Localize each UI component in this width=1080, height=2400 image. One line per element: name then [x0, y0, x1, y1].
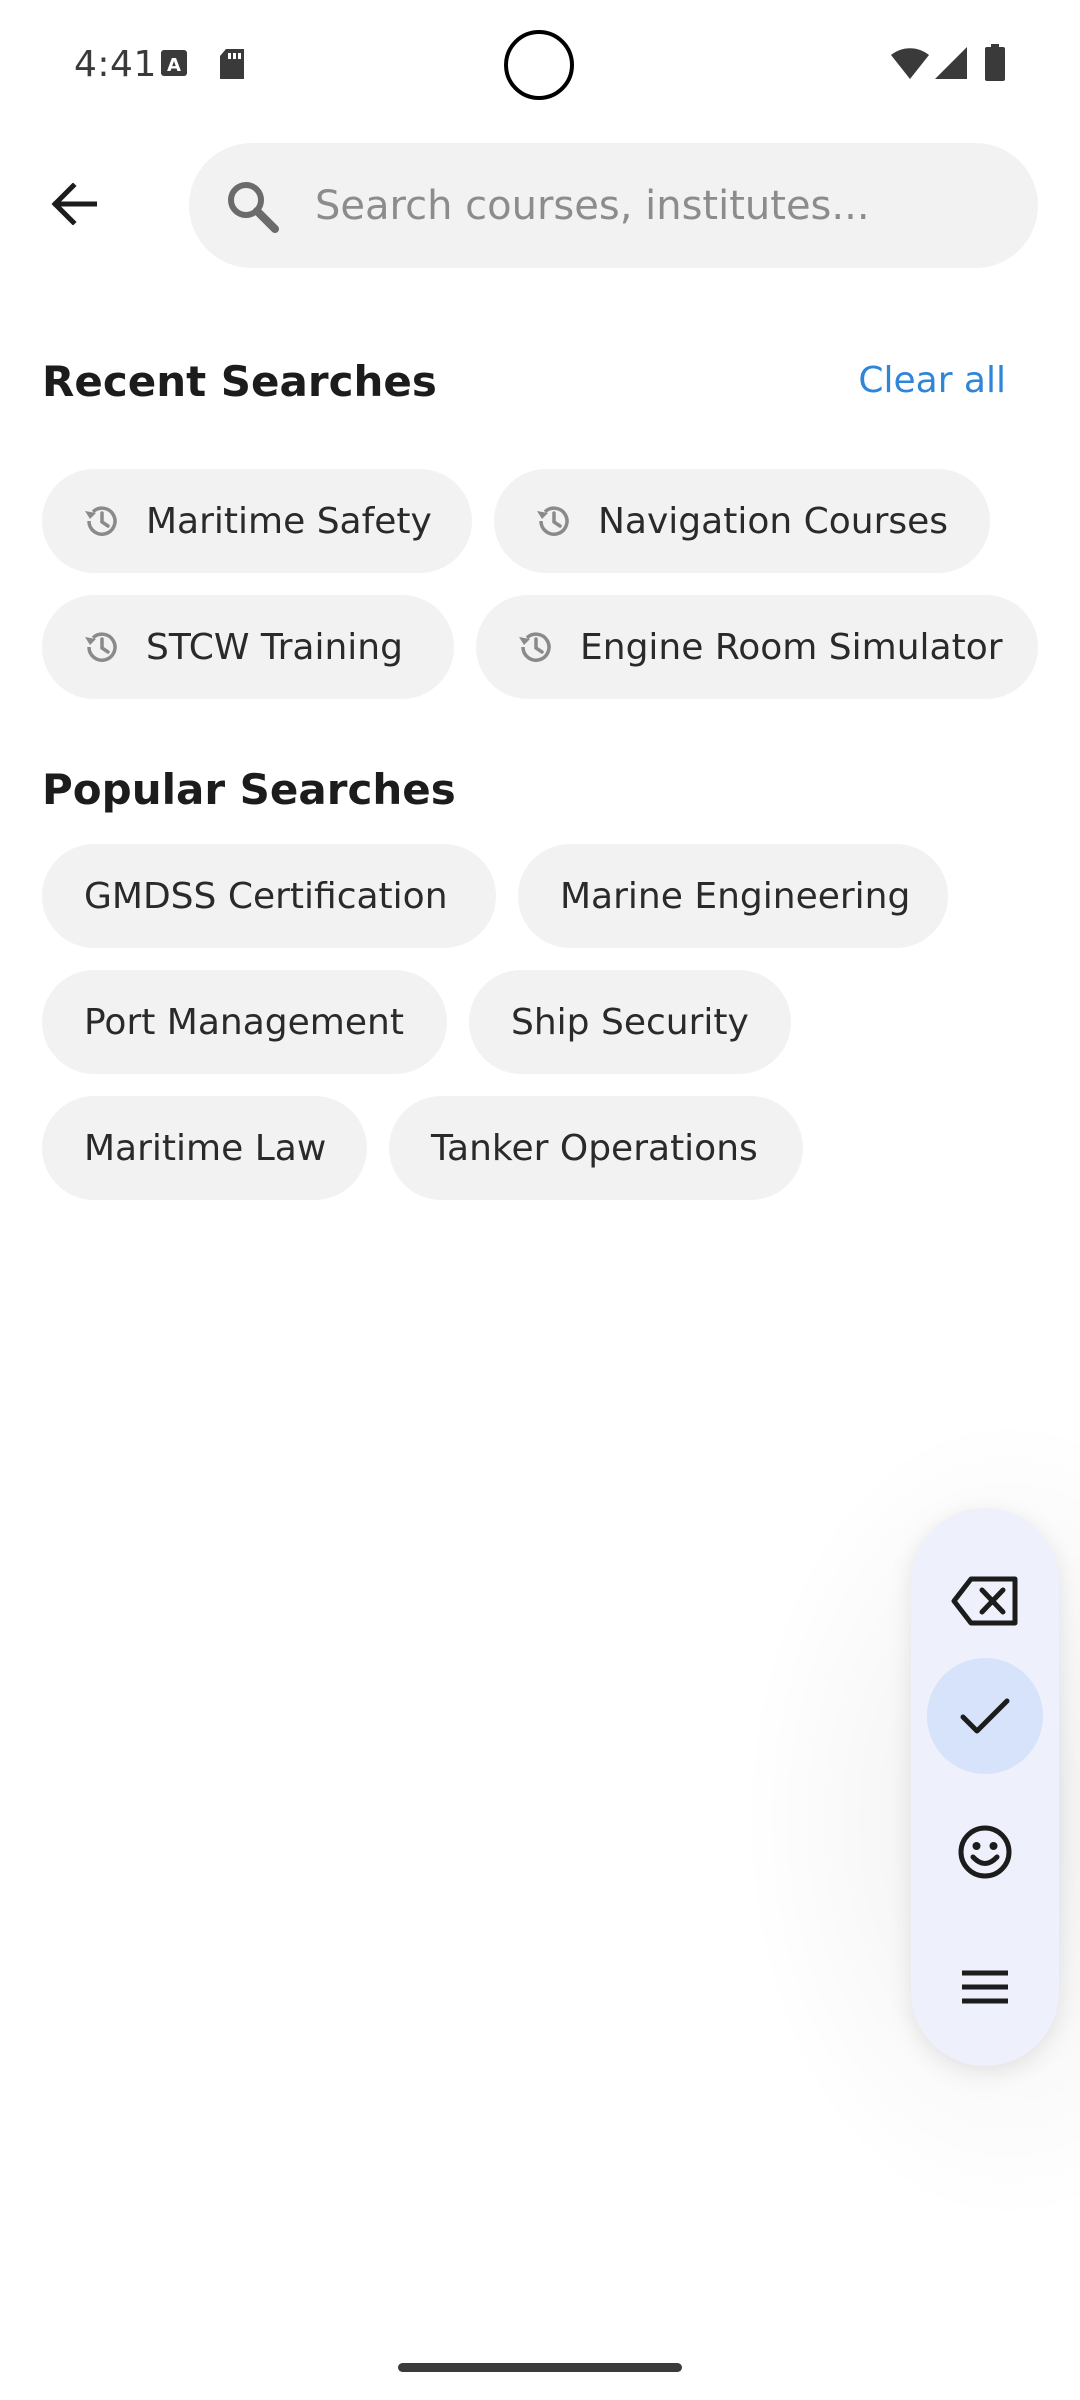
chip-label: Maritime Law — [84, 1127, 327, 1169]
recent-search-chip[interactable]: STCW Training — [42, 595, 454, 699]
popular-searches-row-2: Port Management Ship Security — [42, 970, 791, 1074]
wifi-icon — [890, 46, 930, 84]
chip-label: Maritime Safety — [146, 500, 432, 542]
chip-label: Ship Security — [511, 1001, 749, 1043]
search-bar[interactable] — [189, 143, 1038, 268]
sd-card-icon — [218, 48, 246, 84]
backspace-button[interactable] — [927, 1543, 1043, 1659]
history-icon — [85, 632, 117, 662]
back-button[interactable] — [34, 164, 114, 244]
clear-all-button[interactable]: Clear all — [858, 360, 1006, 401]
popular-search-chip[interactable]: Port Management — [42, 970, 447, 1074]
camera-cutout — [504, 30, 574, 100]
svg-text:A: A — [167, 55, 181, 76]
search-icon — [223, 177, 281, 235]
recent-search-chip[interactable]: Navigation Courses — [494, 469, 990, 573]
chip-label: Tanker Operations — [431, 1127, 758, 1169]
recent-search-chip[interactable]: Engine Room Simulator — [476, 595, 1038, 699]
popular-search-chip[interactable]: Tanker Operations — [389, 1096, 803, 1200]
check-icon — [960, 1698, 1010, 1734]
keyboard-toolbar — [911, 1508, 1059, 2066]
menu-icon — [962, 1970, 1008, 2004]
popular-search-chip[interactable]: Ship Security — [469, 970, 791, 1074]
status-time: 4:41 — [74, 44, 157, 85]
a-notification-icon: A — [160, 48, 188, 82]
menu-button[interactable] — [927, 1929, 1043, 2045]
emoji-icon — [958, 1825, 1012, 1879]
arrow-back-icon — [51, 183, 97, 225]
popular-search-chip[interactable]: GMDSS Certification — [42, 844, 496, 948]
history-icon — [85, 506, 117, 536]
status-bar: 4:41 A — [0, 0, 1080, 130]
search-input[interactable] — [315, 143, 1005, 268]
popular-searches-row-1: GMDSS Certification Marine Engineering — [42, 844, 948, 948]
recent-searches-row-1: Maritime Safety Navigation Courses — [42, 469, 990, 573]
chip-label: GMDSS Certification — [84, 875, 448, 917]
popular-search-chip[interactable]: Marine Engineering — [518, 844, 948, 948]
chip-label: Engine Room Simulator — [580, 626, 1003, 668]
popular-searches-row-3: Maritime Law Tanker Operations — [42, 1096, 803, 1200]
chip-label: Marine Engineering — [560, 875, 911, 917]
backspace-icon — [951, 1576, 1018, 1626]
chip-label: Port Management — [84, 1001, 404, 1043]
recent-searches-row-2: STCW Training Engine Room Simulator — [42, 595, 1038, 699]
chip-label: STCW Training — [146, 626, 403, 668]
battery-icon — [984, 44, 1006, 86]
popular-search-chip[interactable]: Maritime Law — [42, 1096, 367, 1200]
history-icon — [519, 632, 551, 662]
popular-searches-title: Popular Searches — [42, 765, 456, 814]
cellular-signal-icon — [934, 46, 968, 84]
recent-search-chip[interactable]: Maritime Safety — [42, 469, 472, 573]
emoji-button[interactable] — [927, 1794, 1043, 1910]
history-icon — [537, 506, 569, 536]
chip-label: Navigation Courses — [598, 500, 949, 542]
recent-searches-title: Recent Searches — [42, 357, 437, 406]
gesture-navigation-bar[interactable] — [398, 2363, 682, 2372]
done-button[interactable] — [927, 1658, 1043, 1774]
